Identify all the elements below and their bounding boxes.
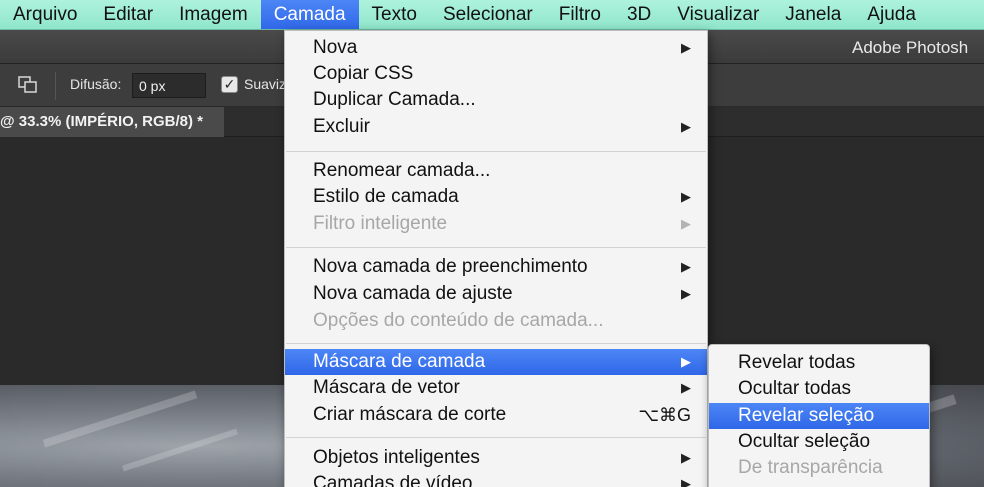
menu-filtro[interactable]: Filtro	[546, 0, 614, 29]
triangle-right-icon: ▶	[681, 380, 691, 395]
menu-item-objetos-inteligentes[interactable]: Objetos inteligentes ▶	[285, 445, 707, 471]
menu-item-copiar-css[interactable]: Copiar CSS	[285, 61, 707, 87]
menu-item-label: Duplicar Camada...	[313, 89, 476, 110]
menu-divider	[286, 437, 706, 438]
menu-item-label: Estilo de camada	[313, 186, 459, 207]
menu-item-label: Camadas de vídeo	[313, 473, 473, 487]
triangle-right-icon: ▶	[681, 450, 691, 465]
triangle-right-icon: ▶	[681, 259, 691, 274]
triangle-right-icon: ▶	[681, 476, 691, 487]
menu-item-shortcut: ⌥⌘G	[638, 405, 691, 425]
menu-item-filtro-inteligente: Filtro inteligente ▶	[285, 211, 707, 237]
menu-item-label: Copiar CSS	[313, 63, 414, 84]
menu-bar: Arquivo Editar Imagem Camada Texto Selec…	[0, 0, 984, 30]
menu-item-label: Objetos inteligentes	[313, 447, 480, 468]
options-separator	[55, 72, 56, 100]
triangle-right-icon: ▶	[681, 354, 691, 369]
menu-item-nova-camada-preenchimento[interactable]: Nova camada de preenchimento ▶	[285, 254, 707, 280]
menu-item-label: Excluir	[313, 116, 371, 137]
triangle-right-icon: ▶	[681, 189, 691, 204]
menu-divider	[286, 151, 706, 152]
antialias-checkbox[interactable]: ✓	[221, 76, 238, 93]
image-light-streak	[122, 428, 238, 472]
menu-item-label: Máscara de vetor	[313, 377, 460, 398]
menu-item-mascara-de-camada[interactable]: Máscara de camada ▶	[285, 349, 707, 375]
menu-item-label: Máscara de camada	[313, 351, 486, 372]
image-light-streak	[42, 390, 198, 448]
triangle-right-icon: ▶	[681, 216, 691, 231]
menu-texto[interactable]: Texto	[359, 0, 430, 29]
menu-divider	[286, 343, 706, 344]
menu-imagem[interactable]: Imagem	[166, 0, 261, 29]
menu-item-label: Nova camada de ajuste	[313, 283, 513, 304]
menu-item-criar-mascara-de-corte[interactable]: Criar máscara de corte ⌥⌘G	[285, 402, 707, 428]
menu-item-opcoes-conteudo: Opções do conteúdo de camada...	[285, 308, 707, 334]
triangle-right-icon: ▶	[681, 40, 691, 55]
menu-item-excluir[interactable]: Excluir ▶	[285, 114, 707, 140]
menu-divider	[286, 247, 706, 248]
submenu-item-ocultar-todas[interactable]: Ocultar todas	[709, 376, 929, 402]
menu-item-nova[interactable]: Nova ▶	[285, 35, 707, 61]
menu-ajuda[interactable]: Ajuda	[854, 0, 929, 29]
submenu-item-de-transparencia: De transparência	[738, 457, 883, 478]
document-tab[interactable]: @ 33.3% (IMPÉRIO, RGB/8) *	[0, 107, 224, 137]
menu-item-label: Renomear camada...	[313, 160, 491, 181]
menu-visualizar[interactable]: Visualizar	[664, 0, 772, 29]
checkmark-icon: ✓	[223, 76, 236, 92]
triangle-right-icon: ▶	[681, 119, 691, 134]
selection-mode-icon[interactable]	[17, 75, 39, 95]
submenu-item-revelar-selecao[interactable]: Revelar seleção	[709, 403, 929, 429]
menu-item-camadas-de-video[interactable]: Camadas de vídeo ▶	[285, 471, 707, 487]
mascara-submenu: Revelar todas Ocultar todas Revelar sele…	[708, 344, 930, 487]
menu-item-nova-camada-ajuste[interactable]: Nova camada de ajuste ▶	[285, 281, 707, 307]
camada-menu: Nova ▶ Copiar CSS Duplicar Camada... Exc…	[284, 30, 708, 487]
menu-item-label: Nova	[313, 37, 358, 58]
menu-item-duplicar-camada[interactable]: Duplicar Camada...	[285, 87, 707, 113]
menu-janela[interactable]: Janela	[772, 0, 854, 29]
menu-item-mascara-de-vetor[interactable]: Máscara de vetor ▶	[285, 375, 707, 401]
submenu-item-ocultar-selecao[interactable]: Ocultar seleção	[709, 429, 929, 455]
triangle-right-icon: ▶	[681, 286, 691, 301]
menu-item-label: Criar máscara de corte	[313, 404, 507, 425]
feather-label: Difusão:	[70, 76, 122, 92]
feather-input[interactable]	[132, 73, 206, 98]
menu-item-renomear-camada[interactable]: Renomear camada...	[285, 158, 707, 184]
menu-item-estilo-de-camada[interactable]: Estilo de camada ▶	[285, 184, 707, 210]
app-title: Adobe Photosh	[852, 38, 969, 57]
submenu-item-revelar-todas[interactable]: Revelar todas	[709, 350, 929, 376]
menu-camada[interactable]: Camada	[260, 0, 359, 29]
menu-item-label: Filtro inteligente	[313, 213, 448, 234]
menu-selecionar[interactable]: Selecionar	[430, 0, 546, 29]
menu-item-label: Opções do conteúdo de camada...	[313, 310, 604, 331]
menu-editar[interactable]: Editar	[90, 0, 166, 29]
menu-arquivo[interactable]: Arquivo	[0, 0, 90, 29]
menu-3d[interactable]: 3D	[614, 0, 664, 29]
antialias-label: Suaviz	[244, 76, 287, 92]
menu-item-label: Nova camada de preenchimento	[313, 256, 588, 277]
